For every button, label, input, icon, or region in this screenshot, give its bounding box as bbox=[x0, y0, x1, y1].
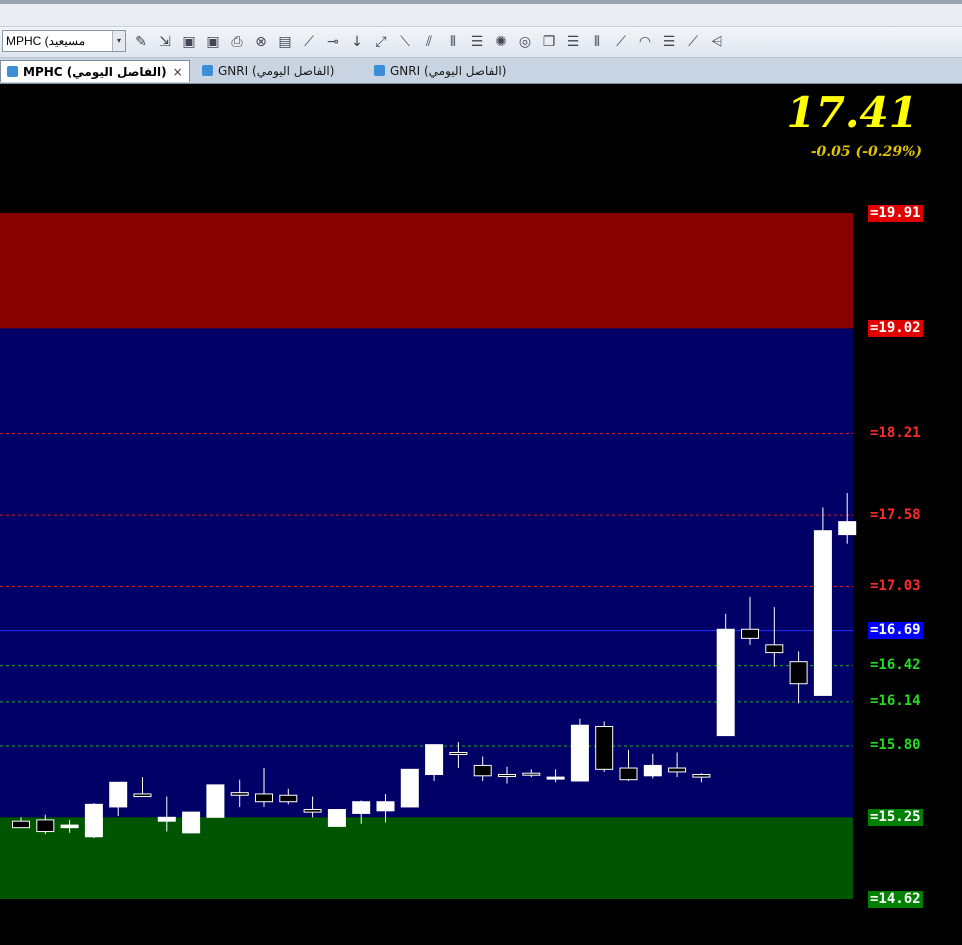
bearish-candle bbox=[36, 819, 55, 833]
bullish-candle bbox=[570, 724, 589, 782]
candlestick-chart[interactable] bbox=[0, 84, 962, 941]
price-change: -0.05 (-0.29%) bbox=[810, 144, 922, 160]
neutral-zone bbox=[0, 328, 853, 818]
price-level-label: =19.91 bbox=[868, 204, 923, 222]
chart-tab-bar: MPHC (الفاصل اليومي) × GNRI (الفاصل اليوم… bbox=[0, 58, 962, 84]
price-level-label: =18.21 bbox=[870, 424, 921, 441]
bearish-candle bbox=[595, 726, 614, 770]
vertical-lines-icon[interactable]: ⦀ bbox=[442, 32, 464, 52]
bearish-candle bbox=[741, 628, 759, 639]
bearish-candle bbox=[668, 767, 687, 773]
bullish-candle bbox=[352, 801, 371, 814]
price-level-label: =17.03 bbox=[870, 577, 921, 594]
bullish-candle bbox=[60, 824, 79, 829]
fib-levels-icon[interactable]: ☰ bbox=[562, 32, 584, 52]
copy-icon[interactable]: ❐ bbox=[538, 32, 560, 52]
arc-icon[interactable]: ◠ bbox=[634, 32, 656, 52]
bearish-candle bbox=[255, 793, 273, 803]
channel-icon[interactable]: ⟍ bbox=[394, 32, 416, 52]
tab-label: GNRI (الفاصل اليومي) bbox=[218, 64, 335, 78]
bullish-candle bbox=[327, 809, 346, 827]
chart-document-icon bbox=[7, 66, 18, 77]
symbol-selector[interactable]: MPHC (مسيعيد ▾ bbox=[2, 30, 126, 52]
bullish-candle bbox=[813, 530, 832, 696]
bearish-candle bbox=[449, 751, 468, 755]
tab-label: GNRI (الفاصل اليومي) bbox=[390, 64, 507, 78]
chart-document-icon bbox=[374, 65, 385, 76]
vertical-line-icon[interactable]: ↓ bbox=[346, 32, 368, 52]
price-level-label: =19.02 bbox=[868, 319, 923, 337]
ray-icon[interactable]: ⤢ bbox=[370, 32, 392, 52]
price-level-label: =16.42 bbox=[870, 657, 921, 674]
price-level-label: =15.80 bbox=[870, 737, 921, 754]
delete-icon[interactable]: ⊗ bbox=[250, 32, 272, 52]
bullish-candle bbox=[425, 744, 444, 776]
speed-lines-icon[interactable]: ⟋ bbox=[682, 32, 704, 52]
gann-angle-icon[interactable]: ⟋ bbox=[610, 32, 632, 52]
tab-gnri-daily-2[interactable]: GNRI (الفاصل اليومي) bbox=[368, 60, 512, 82]
bullish-candle bbox=[182, 811, 201, 834]
tab-gnri-daily-1[interactable]: GNRI (الفاصل اليومي) bbox=[196, 60, 340, 82]
new-chart-icon[interactable]: ▣ bbox=[178, 32, 200, 52]
wand-icon[interactable]: ✎ bbox=[130, 32, 152, 52]
menu-strip bbox=[0, 4, 962, 27]
bearish-candle bbox=[279, 794, 298, 803]
bearish-candle bbox=[12, 820, 30, 829]
price-level-label: =16.69 bbox=[868, 622, 923, 640]
bullish-candle bbox=[157, 816, 176, 822]
bullish-candle bbox=[376, 801, 395, 812]
resistance-zone bbox=[0, 213, 853, 329]
parallel-lines-icon[interactable]: ⫽ bbox=[418, 32, 440, 52]
bearish-candle bbox=[692, 774, 711, 778]
bullish-candle bbox=[206, 784, 225, 818]
last-price: 17.41 bbox=[786, 88, 918, 137]
bearish-candle bbox=[473, 764, 492, 777]
bearish-candle bbox=[619, 767, 638, 781]
bearish-candle bbox=[133, 793, 152, 798]
bullish-candle bbox=[716, 628, 735, 737]
close-chart-icon[interactable]: ▣ bbox=[202, 32, 224, 52]
tab-mphc-daily[interactable]: MPHC (الفاصل اليومي) × bbox=[0, 60, 190, 82]
circle-tool-icon[interactable]: ◎ bbox=[514, 32, 536, 52]
support-zone bbox=[0, 817, 853, 899]
toolbar-icons: ✎ ⇲ ▣ ▣ ⎙ ⊗ ▤ ⟋ ⊸ ↓ ⤢ ⟍ ⫽ ⦀ ☰ ✺ ◎ ❐ ☰ ⦀ ⟋ ◠ ☰ ⟋ ⩤ bbox=[130, 32, 728, 52]
import-icon[interactable]: ⇲ bbox=[154, 32, 176, 52]
toolbar: MPHC (مسيعيد ▾ ✎ ⇲ ▣ ▣ ⎙ ⊗ ▤ ⟋ ⊸ ↓ ⤢ ⟍ ⫽ ⦀ ☰ ✺ ◎ ❐ ☰ ⦀ ⟋ ◠ ☰ ⟋ ⩤ bbox=[0, 27, 962, 58]
bearish-candle bbox=[303, 809, 322, 813]
bearish-candle bbox=[765, 644, 784, 654]
print-icon[interactable]: ⎙ bbox=[226, 32, 248, 52]
price-chart[interactable]: 17.41 -0.05 (-0.29%) =19.91 =19.02 =18.21 =… bbox=[0, 84, 962, 941]
cycle-lines-icon[interactable]: ⦀ bbox=[586, 32, 608, 52]
bullish-candle bbox=[838, 521, 857, 536]
bearish-candle bbox=[789, 661, 808, 685]
fib-time-icon[interactable]: ☰ bbox=[658, 32, 680, 52]
price-level-label: =16.14 bbox=[870, 693, 921, 710]
chart-document-icon bbox=[202, 65, 213, 76]
fib-retracement-icon[interactable]: ☰ bbox=[466, 32, 488, 52]
tab-label: MPHC (الفاصل اليومي) bbox=[23, 65, 167, 79]
symbol-value: MPHC (مسيعيد bbox=[6, 34, 86, 48]
line-tool-icon[interactable]: ⟋ bbox=[298, 32, 320, 52]
bullish-candle bbox=[400, 768, 419, 808]
close-icon[interactable]: × bbox=[173, 65, 183, 79]
bullish-candle bbox=[84, 803, 103, 838]
bullish-candle bbox=[643, 764, 662, 777]
bearish-candle bbox=[498, 774, 516, 778]
price-level-label: =15.25 bbox=[868, 808, 923, 826]
bearish-candle bbox=[230, 792, 249, 796]
horizontal-line-icon[interactable]: ⊸ bbox=[322, 32, 344, 52]
chevron-down-icon[interactable]: ▾ bbox=[112, 31, 125, 51]
fib-fan-icon[interactable]: ⩤ bbox=[706, 32, 728, 52]
indicator-icon[interactable]: ▤ bbox=[274, 32, 296, 52]
bullish-candle bbox=[546, 776, 565, 780]
marker-icon[interactable]: ✺ bbox=[490, 32, 512, 52]
price-level-label: =17.58 bbox=[870, 506, 921, 523]
price-level-label: =14.62 bbox=[868, 890, 923, 908]
bearish-candle bbox=[522, 772, 541, 776]
bullish-candle bbox=[109, 781, 128, 808]
